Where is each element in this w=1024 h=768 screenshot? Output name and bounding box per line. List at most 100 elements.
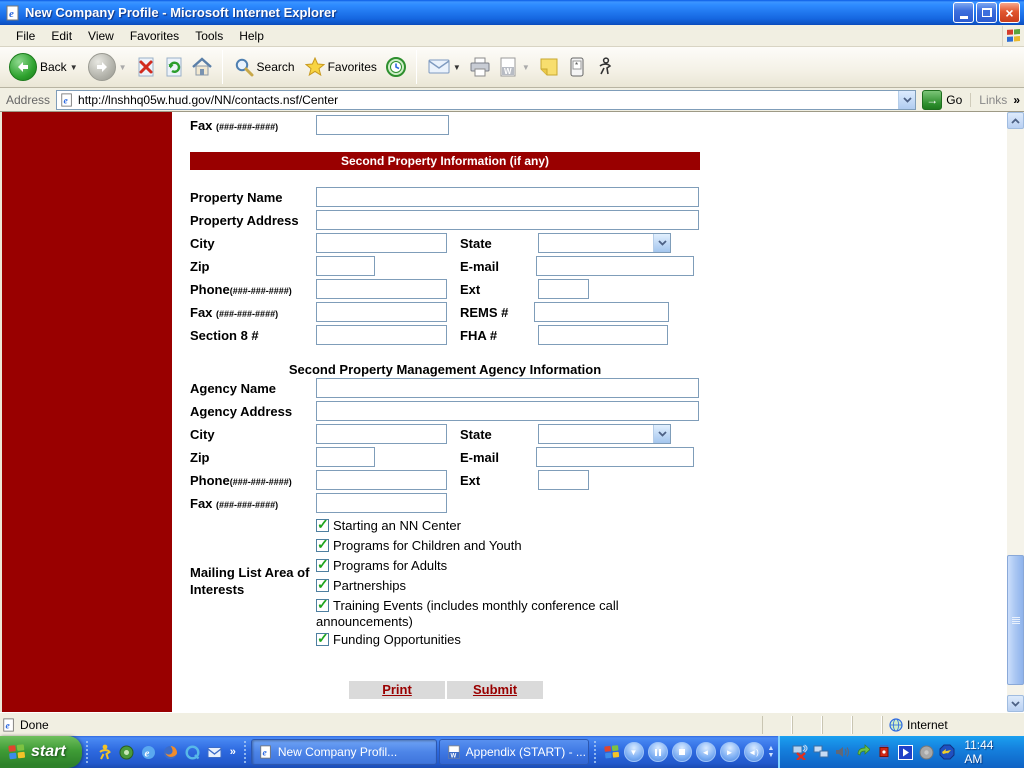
checkbox-starting-nn-center[interactable] — [316, 516, 329, 532]
checkbox-programs-children-youth[interactable] — [316, 536, 329, 552]
property-name-input[interactable] — [316, 187, 699, 207]
agency-city-input[interactable] — [316, 424, 447, 444]
network-disconnected-icon[interactable] — [792, 744, 809, 760]
print-button[interactable]: Print — [349, 681, 445, 699]
search-button[interactable]: Search — [231, 55, 298, 79]
system-tray: 11:44 AM — [778, 736, 1024, 768]
firefox-icon[interactable] — [162, 744, 179, 761]
messenger-button[interactable] — [593, 55, 617, 79]
back-dropdown-icon[interactable]: ▼ — [70, 63, 78, 72]
forward-button[interactable]: ▼ — [85, 51, 130, 83]
links-chevron-icon[interactable]: » — [1013, 93, 1020, 107]
checkbox-training-events[interactable] — [316, 596, 329, 612]
taskbar-clock[interactable]: 11:44 AM — [964, 738, 1014, 766]
checkbox-partnerships[interactable] — [316, 576, 329, 592]
agency-address-input[interactable] — [316, 401, 699, 421]
minimize-button[interactable] — [953, 2, 974, 23]
refresh-button[interactable] — [162, 55, 186, 79]
update-tray-icon[interactable] — [855, 744, 871, 760]
agency-fax-input[interactable] — [316, 493, 447, 513]
property-ext-input[interactable] — [538, 279, 589, 299]
restore-button[interactable] — [976, 2, 997, 23]
property-rems-input[interactable] — [534, 302, 669, 322]
next-track-button[interactable]: ► — [719, 742, 740, 762]
menu-view[interactable]: View — [80, 26, 122, 46]
agency-zip-input[interactable] — [316, 447, 375, 467]
quicktime-icon[interactable] — [184, 744, 201, 761]
power-tray-icon[interactable] — [939, 744, 955, 760]
menu-tools[interactable]: Tools — [187, 26, 231, 46]
list-item: Funding Opportunities — [316, 630, 648, 651]
menu-help[interactable]: Help — [231, 26, 272, 46]
fax-top-input[interactable] — [316, 115, 449, 135]
pause-button[interactable] — [647, 742, 668, 762]
volume-tray-icon[interactable] — [834, 744, 850, 760]
links-label[interactable]: Links — [979, 93, 1007, 107]
network-computers-icon[interactable] — [813, 744, 829, 760]
scrollbar-thumb[interactable] — [1007, 555, 1024, 685]
stop-media-button[interactable] — [671, 742, 692, 762]
aim-icon[interactable] — [96, 744, 113, 761]
agency-name-input[interactable] — [316, 378, 699, 398]
history-button[interactable] — [384, 55, 408, 79]
research-button[interactable]: * — [565, 55, 589, 79]
media-dropdown-button[interactable]: ▼ — [623, 742, 644, 762]
menu-favorites[interactable]: Favorites — [122, 26, 187, 46]
start-button[interactable]: start — [0, 736, 82, 768]
property-section8-input[interactable] — [316, 325, 447, 345]
vertical-scrollbar[interactable] — [1007, 112, 1024, 712]
media-app-icon[interactable] — [118, 744, 135, 761]
search-icon — [234, 57, 254, 77]
checkbox-programs-adults[interactable] — [316, 556, 329, 572]
stop-button[interactable] — [134, 55, 158, 79]
forward-dropdown-icon[interactable]: ▼ — [119, 63, 127, 72]
go-label: Go — [946, 92, 963, 107]
battery-tray-icon[interactable] — [876, 744, 892, 760]
mail-button[interactable]: ▼ — [425, 56, 464, 78]
edit-dropdown-icon[interactable]: ▼ — [522, 63, 530, 72]
task-appendix-word[interactable]: W Appendix (START) - ... — [438, 739, 589, 765]
discuss-button[interactable] — [537, 55, 561, 79]
gray-disc-tray-icon[interactable] — [918, 744, 934, 760]
menu-edit[interactable]: Edit — [43, 26, 80, 46]
volume-button[interactable]: ◄) — [743, 742, 764, 762]
back-button[interactable]: Back ▼ — [6, 51, 81, 83]
media-play-tray-icon[interactable] — [897, 744, 913, 760]
task-new-company-profile[interactable]: e New Company Profil... — [250, 739, 437, 765]
menu-file[interactable]: File — [8, 26, 43, 46]
print-toolbar-button[interactable] — [468, 55, 492, 79]
property-city-input[interactable] — [316, 233, 447, 253]
edit-with-word-button[interactable]: W ▼ — [496, 55, 533, 79]
address-dropdown-icon[interactable] — [898, 90, 916, 109]
scroll-up-button[interactable] — [1007, 112, 1024, 129]
submit-button[interactable]: Submit — [447, 681, 543, 699]
agency-phone-input[interactable] — [316, 470, 447, 490]
scroll-down-button[interactable] — [1007, 695, 1024, 712]
property-name-label: Property Name — [190, 190, 283, 205]
go-button[interactable]: → Go — [922, 89, 963, 110]
property-fax-input[interactable] — [316, 302, 447, 322]
agency-email-input[interactable] — [536, 447, 694, 467]
task-label: New Company Profil... — [277, 745, 398, 759]
agency-ext-input[interactable] — [538, 470, 589, 490]
svg-text:e: e — [64, 95, 69, 106]
property-email-input[interactable] — [536, 256, 694, 276]
property-zip-input[interactable] — [316, 256, 375, 276]
property-state-select[interactable] — [538, 233, 671, 253]
outlook-express-icon[interactable] — [206, 744, 223, 761]
close-button[interactable]: × — [999, 2, 1020, 23]
favorites-button[interactable]: Favorites — [302, 55, 380, 79]
toolbar-expand-icon[interactable]: ▲ ▼ — [768, 745, 775, 759]
checkbox-funding-opportunities[interactable] — [316, 630, 329, 646]
previous-track-button[interactable]: ◄ — [695, 742, 716, 762]
address-input[interactable]: e http://lnshhq05w.hud.gov/NN/contacts.n… — [56, 89, 917, 110]
property-address-input[interactable] — [316, 210, 699, 230]
quick-launch-chevron-icon[interactable]: » — [230, 746, 236, 758]
mail-dropdown-icon[interactable]: ▼ — [453, 63, 461, 72]
list-item: Training Events (includes monthly confer… — [316, 596, 648, 631]
property-phone-input[interactable] — [316, 279, 447, 299]
ie-icon[interactable]: e — [140, 744, 157, 761]
agency-state-select[interactable] — [538, 424, 671, 444]
home-button[interactable] — [190, 55, 214, 79]
property-fha-input[interactable] — [538, 325, 668, 345]
